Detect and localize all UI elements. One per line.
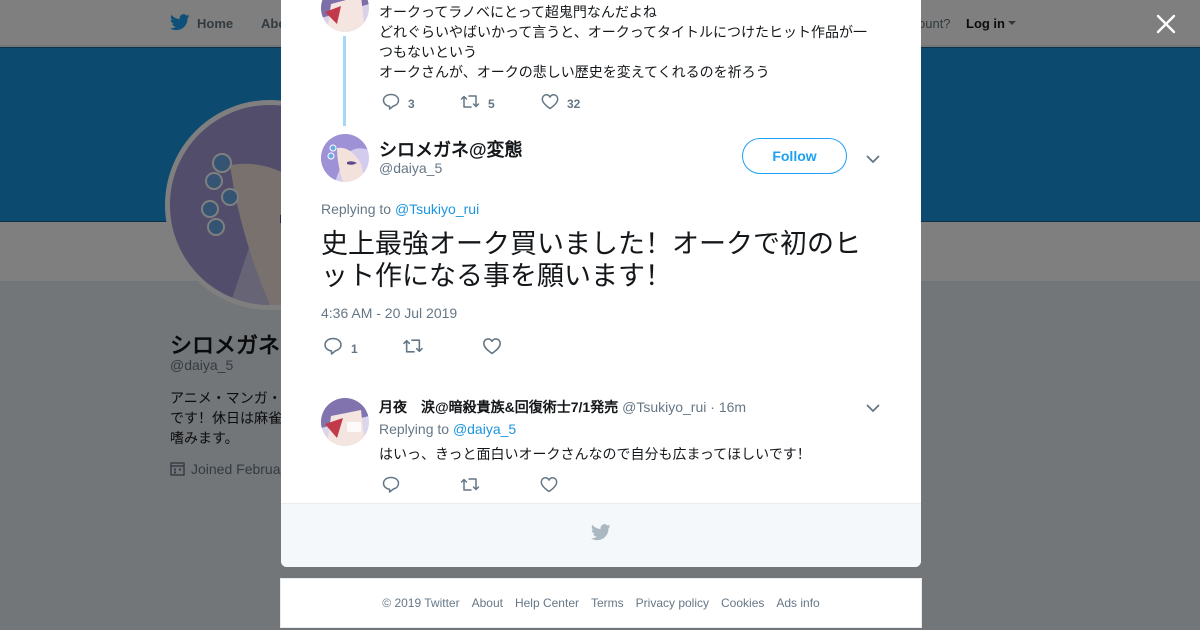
parent-like-count: 32 (567, 97, 581, 111)
footer-link-ads-info[interactable]: Ads info (776, 596, 819, 610)
reply-retweet-button[interactable] (460, 476, 480, 498)
parent-like-button[interactable]: 32 (541, 93, 580, 115)
retweet-icon (460, 476, 480, 498)
main-tweet-text: 史上最強オーク買いました！オークで初のヒ ット作になる事を願います！ (321, 228, 861, 292)
reply-icon (382, 93, 400, 115)
parent-retweet-count: 5 (488, 97, 495, 111)
parent-reply-button[interactable]: 3 (382, 93, 415, 115)
footer-copyright: © 2019 Twitter (382, 596, 460, 610)
replying-to-link[interactable]: @Tsukiyo_rui (395, 201, 479, 217)
reply-tweet-author-name[interactable]: 月夜 涙@暗殺貴族&回復術士7/1発売 (379, 399, 618, 415)
parent-tweet-line: つもないという (379, 44, 477, 60)
main-tweet-timestamp[interactable]: 4:36 AM - 20 Jul 2019 (321, 305, 457, 321)
main-tweet-line: 史上最強オーク買いました！オークで初のヒ (321, 229, 861, 259)
reply-tweet-author-handle[interactable]: @Tsukiyo_rui (622, 399, 706, 415)
heart-icon (482, 337, 502, 360)
main-tweet-replying-to: Replying to @Tsukiyo_rui (321, 201, 479, 217)
page-footer: © 2019 Twitter About Help Center Terms P… (280, 578, 922, 628)
chevron-down-icon[interactable] (866, 151, 880, 169)
parent-tweet-line: オークさんが、オークの悲しい歴史を変えてくれるのを祈ろう (379, 64, 770, 80)
parent-tweet-avatar[interactable] (321, 0, 369, 32)
replying-to-label: Replying to (379, 421, 450, 437)
footer-link-privacy-policy[interactable]: Privacy policy (636, 596, 709, 610)
heart-icon (540, 476, 558, 498)
parent-tweet-line: どれぐらいやばいかって言うと、オークってタイトルにつけたヒット作品が一 (379, 24, 868, 40)
parent-retweet-button[interactable]: 5 (460, 93, 495, 115)
parent-tweet-text: オークってラノベにとって超鬼門なんだよね どれぐらいやばいかって言うと、オークっ… (379, 2, 867, 82)
reply-tweet-replying-to: Replying to @daiya_5 (379, 421, 516, 437)
chevron-down-icon[interactable] (866, 400, 880, 418)
reply-tweet-header: 月夜 涙@暗殺貴族&回復術士7/1発売 @Tsukiyo_rui · 16m (379, 397, 746, 417)
twitter-bird-icon (590, 524, 611, 546)
reply-tweet-avatar[interactable] (321, 398, 369, 446)
reply-icon (323, 337, 343, 360)
reply-tweet-text: はいっ、きっと面白いオークさんなので自分も広まってほしいです！ (379, 446, 811, 462)
retweet-icon (402, 337, 424, 360)
footer-link-about[interactable]: About (472, 596, 503, 610)
main-reply-button[interactable]: 1 (323, 337, 358, 360)
replying-to-label: Replying to (321, 201, 392, 217)
main-tweet-author-name[interactable]: シロメガネ@変態 (379, 136, 523, 162)
retweet-icon (460, 93, 480, 115)
reply-reply-button[interactable] (382, 476, 400, 498)
footer-link-cookies[interactable]: Cookies (721, 596, 764, 610)
reply-icon (382, 476, 400, 498)
thread-connector-line (343, 36, 346, 126)
main-like-button[interactable] (482, 337, 502, 360)
heart-icon (541, 93, 559, 115)
parent-tweet-line: オークってラノベにとって超鬼門なんだよね (379, 4, 657, 20)
footer-link-terms[interactable]: Terms (591, 596, 624, 610)
replying-to-link[interactable]: @daiya_5 (453, 421, 516, 437)
reply-tweet-time[interactable]: · 16m (710, 399, 746, 415)
footer-links: © 2019 Twitter About Help Center Terms P… (281, 579, 921, 610)
close-icon[interactable] (1154, 12, 1178, 36)
modal-footer (281, 503, 921, 567)
parent-reply-count: 3 (408, 97, 415, 111)
footer-link-help-center[interactable]: Help Center (515, 596, 579, 610)
main-tweet-avatar[interactable] (321, 134, 369, 182)
main-reply-count: 1 (351, 341, 358, 356)
reply-like-button[interactable] (540, 476, 558, 498)
main-tweet-author-handle[interactable]: @daiya_5 (379, 160, 442, 176)
main-retweet-button[interactable] (402, 337, 424, 360)
main-tweet-line: ット作になる事を願います！ (321, 261, 672, 291)
tweet-permalink-modal: オークってラノベにとって超鬼門なんだよね どれぐらいやばいかって言うと、オークっ… (281, 0, 921, 567)
follow-button[interactable]: Follow (742, 138, 847, 174)
